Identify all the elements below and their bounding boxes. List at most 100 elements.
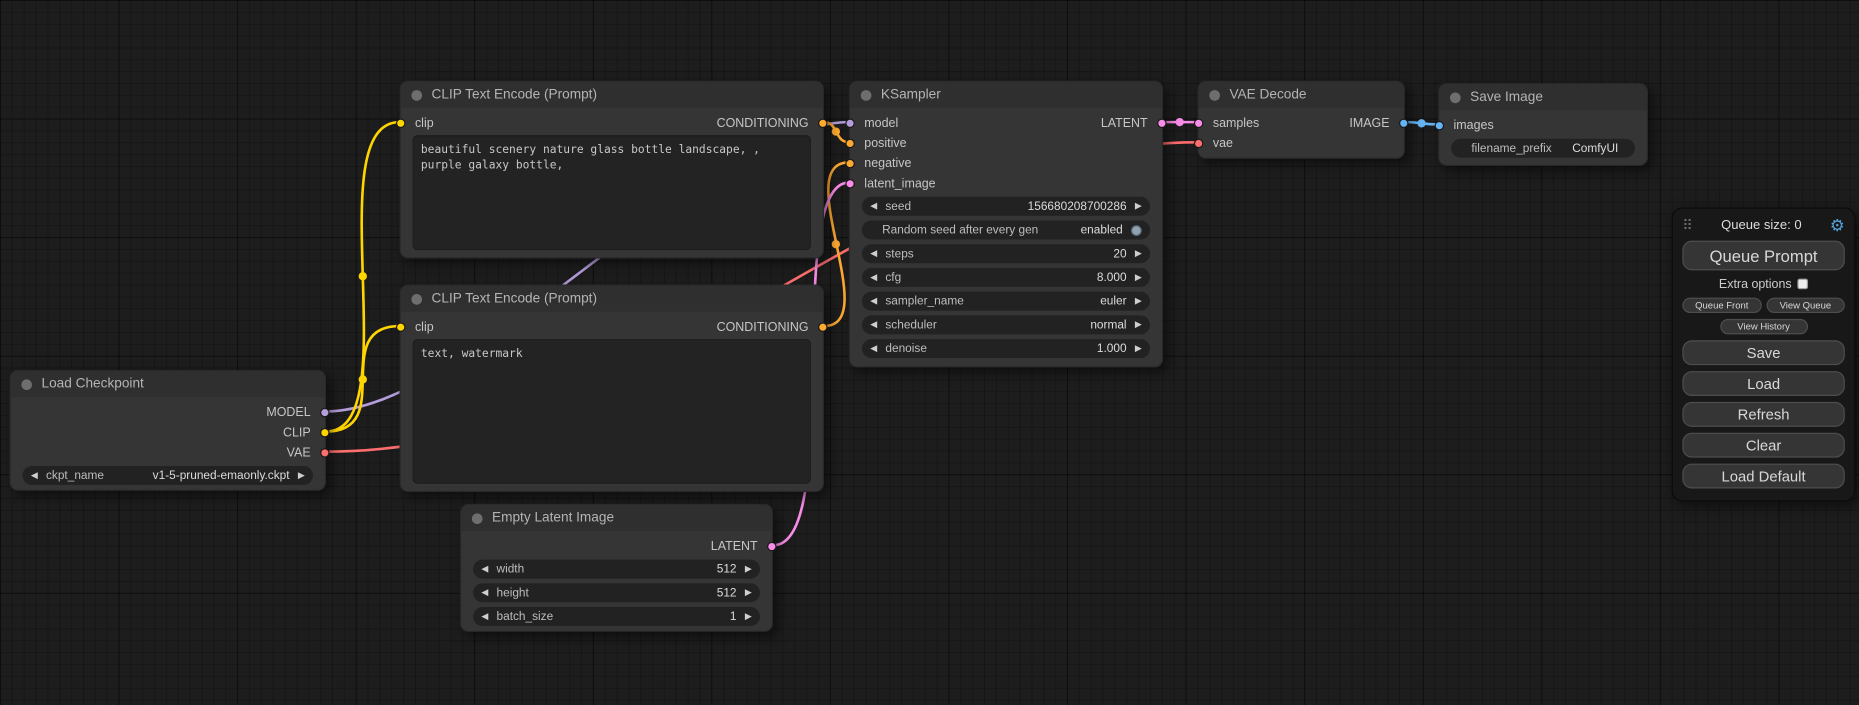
decrement-arrow-icon[interactable]: ◀ (870, 249, 877, 258)
toggle-knob[interactable] (1131, 225, 1142, 236)
node-save-image[interactable]: Save Image images filename_prefix ComfyU… (1438, 83, 1648, 166)
node-header[interactable]: Save Image (1439, 84, 1646, 110)
decrement-arrow-icon[interactable]: ◀ (31, 471, 38, 480)
extra-options-checkbox[interactable] (1798, 279, 1809, 290)
node-header[interactable]: CLIP Text Encode (Prompt) (401, 82, 823, 108)
widget-name: steps (885, 247, 913, 260)
widget-denoise[interactable]: ◀ denoise 1.000 ▶ (862, 339, 1150, 358)
input-port-positive[interactable] (845, 138, 854, 147)
input-port-clip[interactable] (396, 322, 405, 331)
increment-arrow-icon[interactable]: ▶ (745, 565, 752, 574)
widget-name: sampler_name (885, 295, 963, 308)
node-empty-latent-image[interactable]: Empty Latent Image LATENT ◀ width 512 ▶ … (460, 504, 773, 632)
node-header[interactable]: KSampler (850, 82, 1162, 108)
output-port-latent[interactable] (1157, 118, 1166, 127)
widget-name: width (497, 563, 525, 576)
widget-name: scheduler (885, 318, 936, 331)
increment-arrow-icon[interactable]: ▶ (1135, 297, 1142, 306)
queue-prompt-button[interactable]: Queue Prompt (1682, 241, 1844, 271)
widget-width[interactable]: ◀ width 512 ▶ (473, 560, 760, 579)
node-graph-canvas[interactable]: Load Checkpoint MODEL CLIP VAE ◀ ckpt_na… (0, 0, 1859, 705)
wire-midpoint-image (1417, 119, 1425, 127)
increment-arrow-icon[interactable]: ▶ (1135, 344, 1142, 353)
increment-arrow-icon[interactable]: ▶ (745, 588, 752, 597)
node-load-checkpoint[interactable]: Load Checkpoint MODEL CLIP VAE ◀ ckpt_na… (9, 370, 326, 491)
node-header[interactable]: CLIP Text Encode (Prompt) (401, 286, 823, 312)
decrement-arrow-icon[interactable]: ◀ (870, 202, 877, 211)
collapse-dot[interactable] (861, 90, 872, 101)
input-port-samples[interactable] (1194, 118, 1203, 127)
input-port-vae[interactable] (1194, 138, 1203, 147)
save-button[interactable]: Save (1682, 340, 1844, 365)
decrement-arrow-icon[interactable]: ◀ (870, 273, 877, 282)
load-button[interactable]: Load (1682, 371, 1844, 396)
node-header[interactable]: VAE Decode (1199, 82, 1404, 108)
node-header[interactable]: Empty Latent Image (461, 505, 772, 531)
output-port-conditioning[interactable] (818, 322, 827, 331)
widget-scheduler[interactable]: ◀ scheduler normal ▶ (862, 315, 1150, 334)
increment-arrow-icon[interactable]: ▶ (298, 471, 305, 480)
collapse-dot[interactable] (1450, 92, 1461, 103)
increment-arrow-icon[interactable]: ▶ (1135, 249, 1142, 258)
node-header[interactable]: Load Checkpoint (11, 371, 325, 397)
prompt-textarea[interactable]: beautiful scenery nature glass bottle la… (413, 135, 811, 250)
increment-arrow-icon[interactable]: ▶ (1135, 273, 1142, 282)
increment-arrow-icon[interactable]: ▶ (1135, 202, 1142, 211)
widget-random-seed-toggle[interactable]: Random seed after every gen enabled (862, 221, 1150, 240)
increment-arrow-icon[interactable]: ▶ (1135, 320, 1142, 329)
widget-cfg[interactable]: ◀ cfg 8.000 ▶ (862, 268, 1150, 287)
clear-button[interactable]: Clear (1682, 433, 1844, 458)
view-queue-button[interactable]: View Queue (1766, 298, 1845, 313)
output-port-latent[interactable] (767, 541, 776, 550)
extra-options-label: Extra options (1719, 277, 1792, 291)
refresh-button[interactable]: Refresh (1682, 402, 1844, 427)
drag-handle-icon[interactable]: ⠿ (1682, 217, 1692, 234)
output-label-conditioning: CONDITIONING (717, 116, 809, 130)
widget-steps[interactable]: ◀ steps 20 ▶ (862, 244, 1150, 263)
widget-batch-size[interactable]: ◀ batch_size 1 ▶ (473, 607, 760, 626)
widget-value: 512 (717, 563, 737, 576)
node-clip-text-encode-positive[interactable]: CLIP Text Encode (Prompt) clip CONDITION… (400, 81, 824, 259)
decrement-arrow-icon[interactable]: ◀ (481, 565, 488, 574)
widget-value: 8.000 (1097, 271, 1127, 284)
widget-filename-prefix[interactable]: filename_prefix ComfyUI (1451, 139, 1635, 158)
queue-front-button[interactable]: Queue Front (1682, 298, 1761, 313)
decrement-arrow-icon[interactable]: ◀ (481, 612, 488, 621)
prompt-textarea[interactable]: text, watermark (413, 339, 811, 484)
collapse-dot[interactable] (21, 379, 32, 390)
input-port-images[interactable] (1435, 120, 1444, 129)
widget-value: ComfyUI (1572, 142, 1618, 155)
input-port-negative[interactable] (845, 158, 854, 167)
decrement-arrow-icon[interactable]: ◀ (481, 588, 488, 597)
output-port-image[interactable] (1399, 118, 1408, 127)
increment-arrow-icon[interactable]: ▶ (745, 612, 752, 621)
output-port-clip[interactable] (320, 427, 329, 436)
input-label-model: model (864, 116, 898, 130)
output-port-vae[interactable] (320, 448, 329, 457)
collapse-dot[interactable] (411, 293, 422, 304)
node-clip-text-encode-negative[interactable]: CLIP Text Encode (Prompt) clip CONDITION… (400, 285, 824, 492)
decrement-arrow-icon[interactable]: ◀ (870, 320, 877, 329)
node-vae-decode[interactable]: VAE Decode samples IMAGE vae (1197, 81, 1404, 159)
input-port-clip[interactable] (396, 118, 405, 127)
output-port-model[interactable] (320, 407, 329, 416)
widget-seed[interactable]: ◀ seed 156680208700286 ▶ (862, 197, 1150, 216)
input-port-model[interactable] (845, 118, 854, 127)
widget-value: 20 (1113, 247, 1126, 260)
collapse-dot[interactable] (472, 513, 483, 524)
output-port-conditioning[interactable] (818, 118, 827, 127)
output-row-vae: VAE (11, 442, 325, 462)
widget-ckpt-name[interactable]: ◀ ckpt_name v1-5-pruned-emaonly.ckpt ▶ (23, 466, 313, 485)
input-port-latent-image[interactable] (845, 178, 854, 187)
decrement-arrow-icon[interactable]: ◀ (870, 344, 877, 353)
node-ksampler[interactable]: KSampler model LATENT positive negative … (849, 81, 1163, 368)
collapse-dot[interactable] (411, 90, 422, 101)
load-default-button[interactable]: Load Default (1682, 464, 1844, 489)
port-row: clip CONDITIONING (401, 113, 823, 133)
widget-sampler-name[interactable]: ◀ sampler_name euler ▶ (862, 292, 1150, 311)
collapse-dot[interactable] (1209, 90, 1220, 101)
settings-gear-icon[interactable]: ⚙ (1830, 215, 1845, 235)
widget-height[interactable]: ◀ height 512 ▶ (473, 583, 760, 602)
view-history-button[interactable]: View History (1720, 319, 1808, 334)
decrement-arrow-icon[interactable]: ◀ (870, 297, 877, 306)
